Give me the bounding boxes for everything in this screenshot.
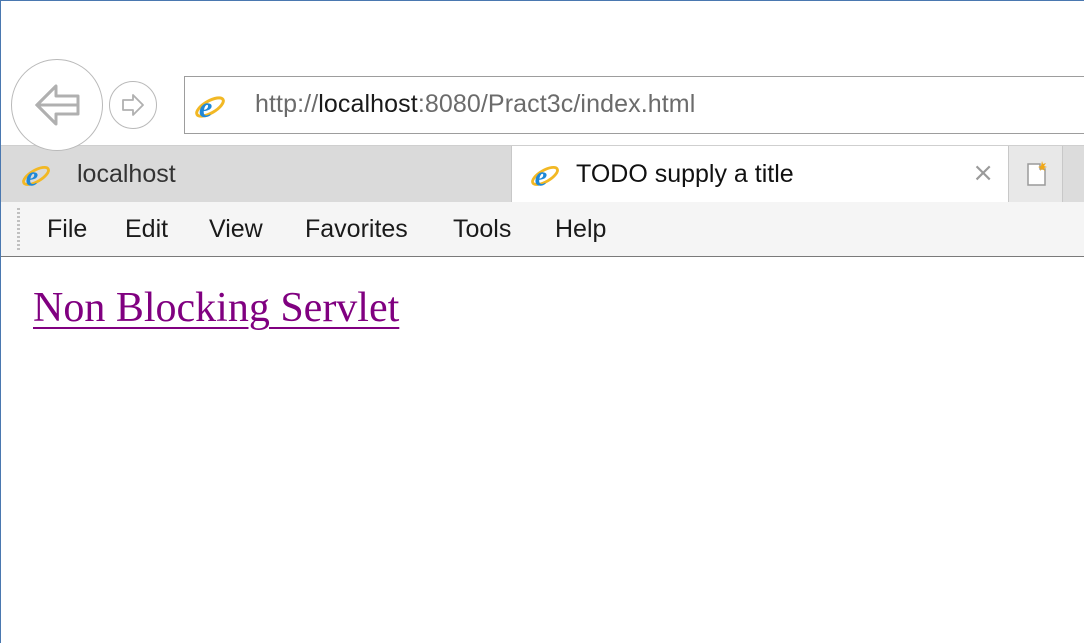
new-tab-button[interactable]	[1009, 146, 1063, 203]
menu-help[interactable]: Help	[555, 215, 606, 244]
ie-logo-icon: e	[19, 160, 53, 195]
forward-button[interactable]	[109, 81, 157, 129]
tab-todo-supply-a-title[interactable]: e TODO supply a title ×	[511, 146, 1009, 203]
address-bar[interactable]: e http://localhost:8080/Pract3c/index.ht…	[184, 76, 1084, 134]
menu-grip[interactable]	[17, 208, 20, 250]
svg-text:e: e	[199, 91, 212, 122]
tab-localhost[interactable]: e localhost	[1, 146, 511, 203]
tab-label: TODO supply a title	[576, 160, 794, 188]
menu-tools[interactable]: Tools	[453, 215, 511, 244]
new-tab-icon	[1027, 161, 1047, 186]
close-icon[interactable]: ×	[972, 158, 994, 188]
browser-window: e http://localhost:8080/Pract3c/index.ht…	[0, 0, 1084, 643]
forward-arrow-icon	[122, 94, 144, 116]
menu-bar: File Edit View Favorites Tools Help	[1, 202, 1084, 257]
url-prefix: http://	[255, 90, 319, 118]
url-text[interactable]: http://localhost:8080/Pract3c/index.html	[255, 90, 695, 119]
non-blocking-servlet-link[interactable]: Non Blocking Servlet	[33, 284, 399, 332]
tab-label: localhost	[77, 160, 176, 188]
svg-text:e: e	[535, 161, 547, 190]
ie-logo-icon: e	[528, 160, 562, 195]
menu-favorites[interactable]: Favorites	[305, 215, 408, 244]
menu-file[interactable]: File	[47, 215, 87, 244]
tab-strip: e localhost e TODO supply a title ×	[1, 145, 1084, 203]
svg-text:e: e	[26, 161, 38, 190]
menu-edit[interactable]: Edit	[125, 215, 168, 244]
back-arrow-icon	[34, 84, 80, 126]
url-host: localhost	[318, 90, 418, 118]
ie-logo-icon: e	[193, 90, 227, 127]
url-path: :8080/Pract3c/index.html	[417, 90, 696, 118]
back-button[interactable]	[11, 59, 103, 151]
menu-view[interactable]: View	[209, 215, 263, 244]
